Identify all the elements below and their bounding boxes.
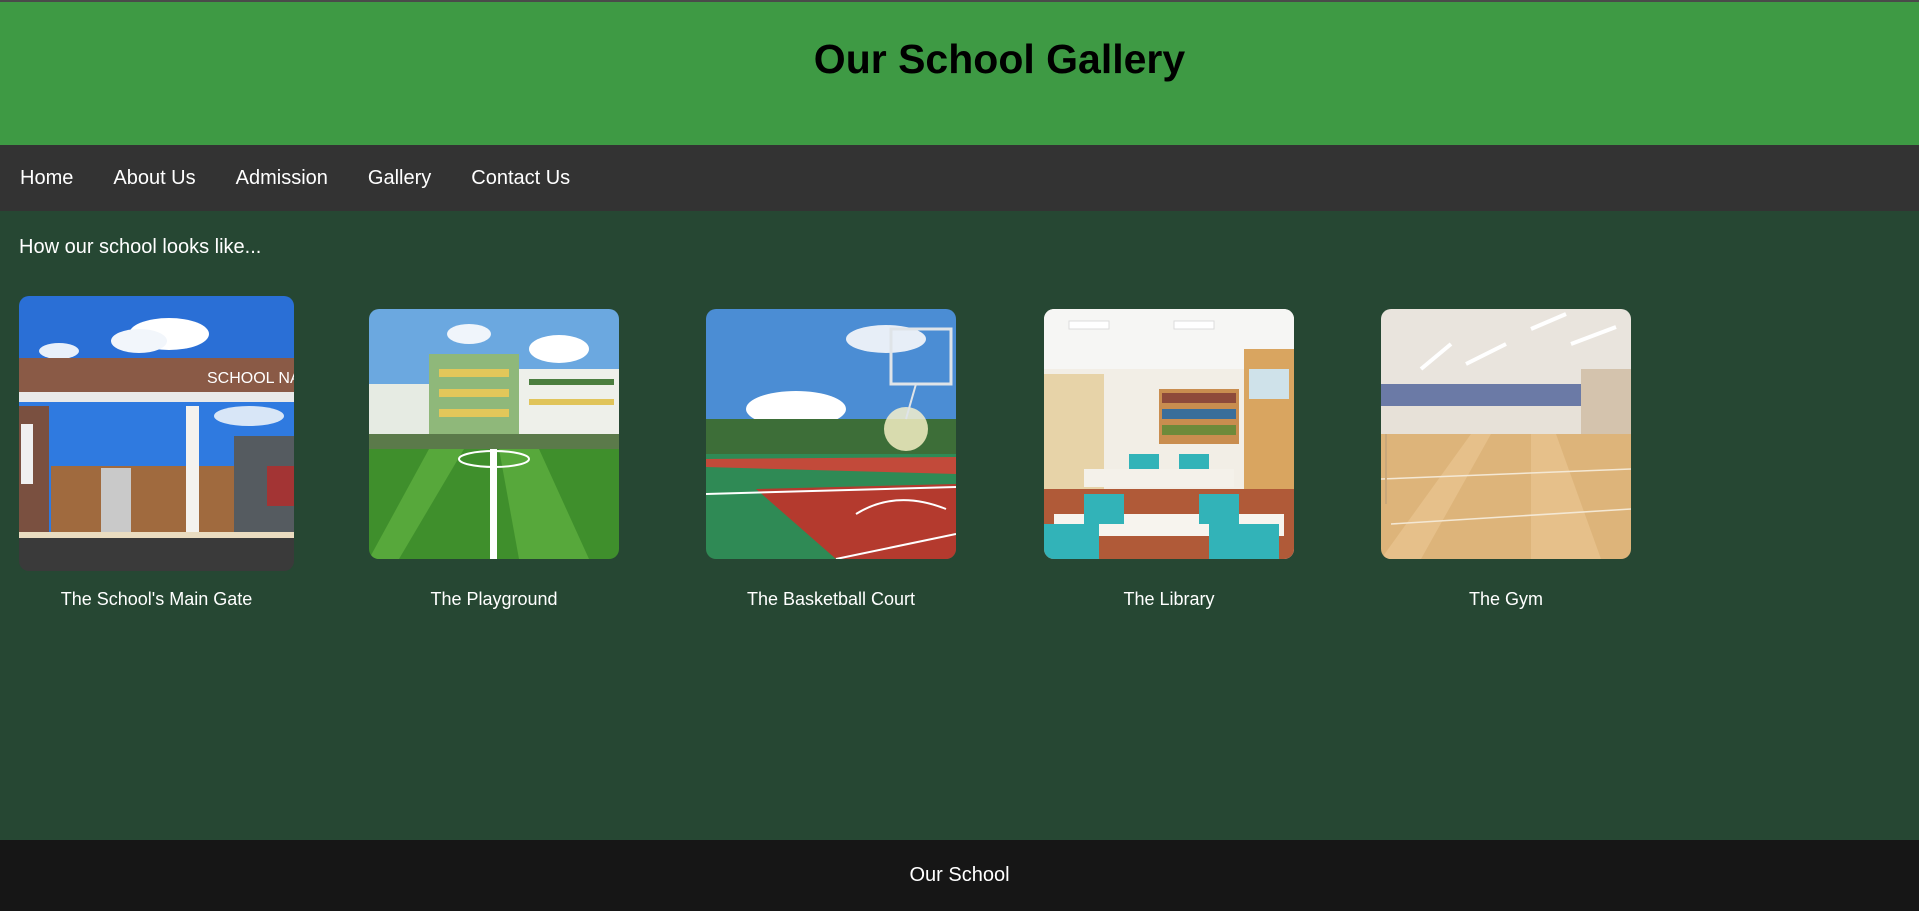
nav-about-us[interactable]: About Us xyxy=(113,167,195,190)
main-gate-image[interactable]: SCHOOL NA xyxy=(19,296,294,571)
gallery-item-playground[interactable]: The Playground xyxy=(369,309,619,609)
gallery-item-basketball-court[interactable]: The Basketball Court xyxy=(706,309,956,609)
gallery-caption: The Library xyxy=(1123,589,1215,609)
nav-contact-us[interactable]: Contact Us xyxy=(471,167,570,190)
playground-image[interactable] xyxy=(369,309,619,559)
gate-sign-text: SCHOOL NA xyxy=(207,370,294,387)
gallery-intro: How our school looks like... xyxy=(19,236,262,258)
basketball-court-image[interactable] xyxy=(706,309,956,559)
gallery-caption: The School's Main Gate xyxy=(60,589,253,609)
gallery-caption: The Gym xyxy=(1468,589,1543,609)
nav-home[interactable]: Home xyxy=(20,167,73,190)
page-title: Our School Gallery xyxy=(813,36,1186,82)
library-image[interactable] xyxy=(1044,309,1294,559)
page-footer: Our School xyxy=(0,840,1919,911)
main-nav: Home About Us Admission Gallery Contact … xyxy=(0,145,1919,211)
gym-image[interactable] xyxy=(1381,309,1631,559)
gallery-caption: The Playground xyxy=(430,589,558,609)
gallery-caption: The Basketball Court xyxy=(746,589,916,609)
nav-admission[interactable]: Admission xyxy=(236,167,328,190)
footer-text: Our School xyxy=(909,864,1010,886)
page-header: Our School Gallery xyxy=(0,0,1919,145)
gallery-item-main-gate[interactable]: SCHOOL NA The School's Main Gate xyxy=(19,296,294,609)
gallery-item-gym[interactable]: The Gym xyxy=(1381,309,1631,609)
gallery-item-library[interactable]: The Library xyxy=(1044,309,1294,609)
nav-gallery[interactable]: Gallery xyxy=(368,167,431,190)
